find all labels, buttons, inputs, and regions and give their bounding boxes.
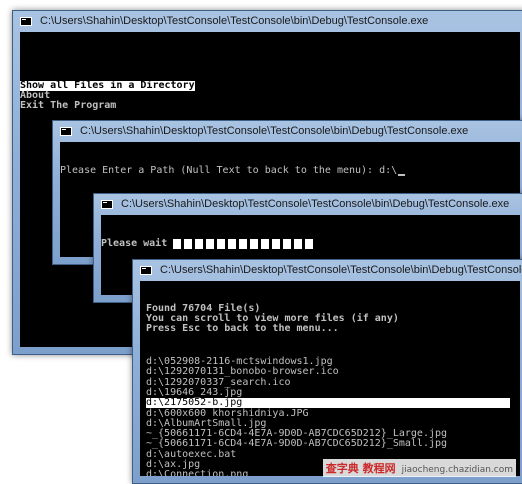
window-title: C:\Users\Shahin\Desktop\TestConsole\Test… [160, 264, 522, 276]
progress-block [195, 239, 204, 249]
progress-block [272, 239, 281, 249]
progress-block [184, 239, 193, 249]
progress-indicator [173, 238, 316, 249]
console-app-icon [60, 126, 72, 136]
window-title: C:\Users\Shahin\Desktop\TestConsole\Test… [121, 198, 510, 210]
console-output[interactable]: Found 76704 File(s) You can scroll to vi… [140, 281, 520, 476]
window-title: C:\Users\Shahin\Desktop\TestConsole\Test… [40, 15, 429, 27]
please-wait-text: Please wait [101, 238, 168, 249]
file-list-item[interactable]: d:\600x600 khorshidniya.JPG [146, 408, 309, 419]
progress-block [283, 239, 292, 249]
progress-block [250, 239, 259, 249]
file-list-item[interactable]: d:\2175052-b.jpg [146, 398, 510, 409]
title-bar[interactable]: C:\Users\Shahin\Desktop\TestConsole\Test… [52, 120, 522, 142]
console-window-file-list[interactable]: C:\Users\Shahin\Desktop\TestConsole\Test… [132, 259, 522, 484]
title-bar[interactable]: C:\Users\Shahin\Desktop\TestConsole\Test… [12, 10, 522, 32]
esc-hint-text: Press Esc to back to the menu... [146, 323, 339, 334]
path-prompt-line[interactable]: Please Enter a Path (Null Text to back t… [60, 165, 406, 176]
title-bar[interactable]: C:\Users\Shahin\Desktop\TestConsole\Test… [132, 259, 522, 281]
window-title: C:\Users\Shahin\Desktop\TestConsole\Test… [80, 125, 469, 137]
progress-block [173, 239, 182, 249]
progress-block [239, 239, 248, 249]
file-list-item[interactable]: d:\1292070131_bonobo-browser.ico [146, 367, 339, 377]
progress-block [206, 239, 215, 249]
console-app-icon [101, 199, 113, 209]
progress-block [261, 239, 270, 249]
file-list-item[interactable]: ~_{50661171-6CD4-4E7A-9D0D-AB7CDC65D212}… [146, 439, 447, 449]
console-app-icon [20, 16, 32, 26]
menu-item-exit[interactable]: Exit The Program [20, 101, 116, 111]
progress-block [305, 239, 314, 249]
console-app-icon [140, 265, 152, 275]
watermark-main: 查字典 教程网 [325, 462, 396, 475]
path-prompt-text: Please Enter a Path (Null Text to back t… [60, 165, 398, 176]
title-bar[interactable]: C:\Users\Shahin\Desktop\TestConsole\Test… [93, 193, 522, 215]
progress-block [228, 239, 237, 249]
please-wait-line: Please wait [101, 239, 316, 249]
watermark: 查字典 教程网 jiaocheng.chazidian.com [322, 459, 516, 477]
file-list-item[interactable]: d:\Connection.png [146, 470, 248, 476]
progress-block [217, 239, 226, 249]
text-cursor [398, 174, 406, 176]
watermark-sub: jiaocheng.chazidian.com [401, 465, 513, 475]
progress-block [294, 239, 303, 249]
